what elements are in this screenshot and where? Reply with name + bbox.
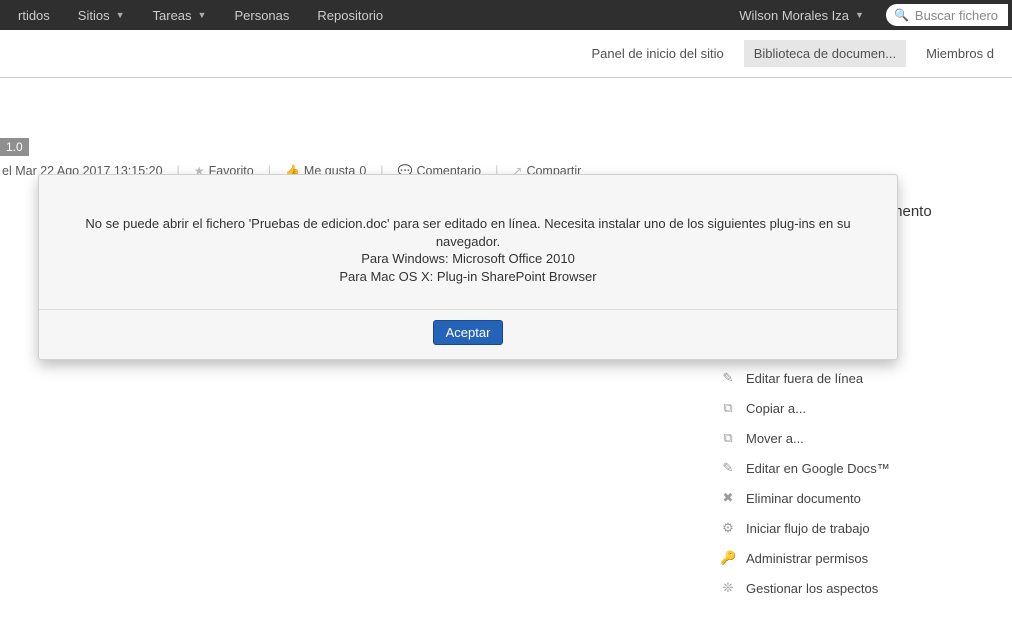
modal-footer: Aceptar	[39, 310, 897, 359]
search-placeholder: Buscar fichero	[915, 8, 998, 23]
nav-item-label: Sitios	[78, 8, 110, 23]
search-icon: 🔍	[894, 8, 909, 22]
action-label: Copiar a...	[746, 401, 806, 416]
user-name-label: Wilson Morales Iza	[739, 8, 849, 23]
nav-item-sitios[interactable]: Sitios ▼	[64, 8, 139, 23]
nav-item-repositorio[interactable]: Repositorio	[303, 8, 397, 23]
caret-down-icon: ▼	[198, 10, 207, 20]
action-move-to[interactable]: ⧉ Mover a...	[720, 430, 1012, 446]
gear-icon: ❊	[720, 580, 736, 596]
action-edit-offline[interactable]: ✎ Editar fuera de línea	[720, 370, 1012, 386]
tab-biblioteca-documentos[interactable]: Biblioteca de documen...	[744, 40, 906, 67]
nav-item-tareas[interactable]: Tareas ▼	[139, 8, 221, 23]
pencil-icon: ✎	[720, 460, 736, 476]
move-icon: ⧉	[720, 430, 736, 446]
action-start-workflow[interactable]: ⚙ Iniciar flujo de trabajo	[720, 520, 1012, 536]
action-copy-to[interactable]: ⧉ Copiar a...	[720, 400, 1012, 416]
workflow-icon: ⚙	[720, 520, 736, 536]
action-manage-aspects[interactable]: ❊ Gestionar los aspectos	[720, 580, 1012, 596]
error-modal: No se puede abrir el fichero 'Pruebas de…	[38, 174, 898, 360]
accept-button[interactable]: Aceptar	[433, 320, 504, 345]
nav-item-compartidos[interactable]: rtidos	[4, 8, 64, 23]
key-icon: 🔑	[720, 550, 736, 566]
nav-item-label: Personas	[234, 8, 289, 23]
tab-miembros[interactable]: Miembros d	[916, 40, 1004, 67]
action-label: Editar en Google Docs™	[746, 461, 890, 476]
action-manage-permissions[interactable]: 🔑 Administrar permisos	[720, 550, 1012, 566]
nav-item-label: Repositorio	[317, 8, 383, 23]
modal-message-line2: Para Windows: Microsoft Office 2010	[59, 250, 877, 268]
delete-icon: ✖	[720, 490, 736, 506]
nav-item-label: Tareas	[153, 8, 192, 23]
copy-icon: ⧉	[720, 400, 736, 416]
version-badge: 1.0	[0, 138, 29, 156]
action-label: Administrar permisos	[746, 551, 868, 566]
nav-item-personas[interactable]: Personas	[220, 8, 303, 23]
caret-down-icon: ▼	[116, 10, 125, 20]
action-label: Mover a...	[746, 431, 804, 446]
action-label: Eliminar documento	[746, 491, 861, 506]
search-container: 🔍 Buscar fichero	[886, 4, 1008, 26]
top-navbar: rtidos Sitios ▼ Tareas ▼ Personas Reposi…	[0, 0, 1012, 30]
search-input[interactable]: 🔍 Buscar fichero	[886, 4, 1008, 26]
action-label: Iniciar flujo de trabajo	[746, 521, 870, 536]
modal-message-line1: No se puede abrir el fichero 'Pruebas de…	[59, 215, 877, 250]
modal-body: No se puede abrir el fichero 'Pruebas de…	[39, 175, 897, 310]
action-edit-google-docs[interactable]: ✎ Editar en Google Docs™	[720, 460, 1012, 476]
pencil-icon: ✎	[720, 370, 736, 386]
action-label: Editar fuera de línea	[746, 371, 863, 386]
action-label: Gestionar los aspectos	[746, 581, 878, 596]
caret-down-icon: ▼	[855, 10, 864, 20]
nav-item-label: rtidos	[18, 8, 50, 23]
action-delete-document[interactable]: ✖ Eliminar documento	[720, 490, 1012, 506]
site-tabs: Panel de inicio del sitio Biblioteca de …	[0, 30, 1012, 78]
modal-message-line3: Para Mac OS X: Plug-in SharePoint Browse…	[59, 268, 877, 286]
user-menu[interactable]: Wilson Morales Iza ▼	[725, 8, 878, 23]
tab-panel-inicio[interactable]: Panel de inicio del sitio	[581, 40, 733, 67]
